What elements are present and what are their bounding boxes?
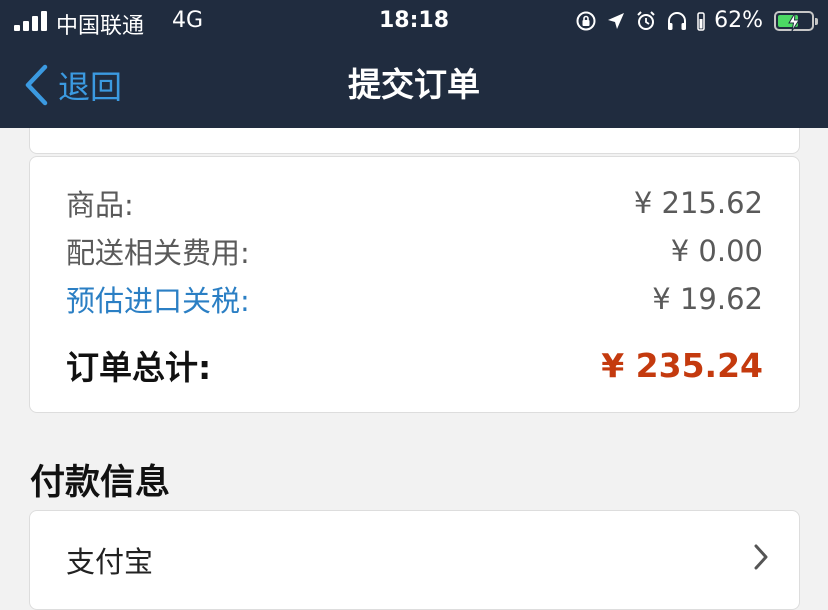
alarm-icon — [637, 10, 655, 30]
headphones-icon — [668, 11, 687, 30]
status-icons: 62% — [575, 8, 818, 33]
shipping-value: ¥ 0.00 — [670, 234, 763, 268]
navigation-bar: 退回 提交订单 — [0, 44, 828, 128]
app-header: 中国联通 4G 18:18 62% 退回 提交订单 — [0, 0, 828, 128]
charging-bolt-icon — [788, 12, 800, 31]
battery-small-icon — [697, 11, 705, 31]
total-row: 订单总计: ¥ 235.24 — [66, 345, 763, 388]
status-bar: 中国联通 4G 18:18 62% — [0, 0, 828, 44]
rotation-lock-icon — [576, 11, 596, 30]
payment-method-alipay[interactable]: 支付宝 — [29, 510, 800, 610]
items-value: ¥ 215.62 — [633, 186, 763, 220]
tax-row[interactable]: 预估进口关税: ¥ 19.62 — [66, 279, 763, 319]
shipping-row: 配送相关费用: ¥ 0.00 — [66, 231, 763, 271]
order-summary-card: 商品: ¥ 215.62 配送相关费用: ¥ 0.00 预估进口关税: ¥ 19… — [29, 156, 800, 413]
items-label: 商品: — [66, 188, 134, 222]
page-title: 提交订单 — [348, 65, 480, 104]
location-arrow-icon — [608, 12, 625, 29]
total-value: ¥ 235.24 — [601, 345, 763, 385]
battery-percent: 62% — [714, 8, 763, 33]
chevron-right-icon — [754, 544, 768, 570]
shipping-label: 配送相关费用: — [66, 236, 250, 270]
payment-method-label: 支付宝 — [66, 545, 154, 579]
tax-label-link[interactable]: 预估进口关税: — [66, 278, 250, 320]
tax-value: ¥ 19.62 — [652, 282, 763, 316]
previous-card-edge — [29, 128, 800, 154]
items-row: 商品: ¥ 215.62 — [66, 183, 763, 223]
total-label: 订单总计: — [66, 348, 212, 387]
payment-section-title: 付款信息 — [30, 463, 171, 503]
battery-icon — [774, 10, 818, 31]
